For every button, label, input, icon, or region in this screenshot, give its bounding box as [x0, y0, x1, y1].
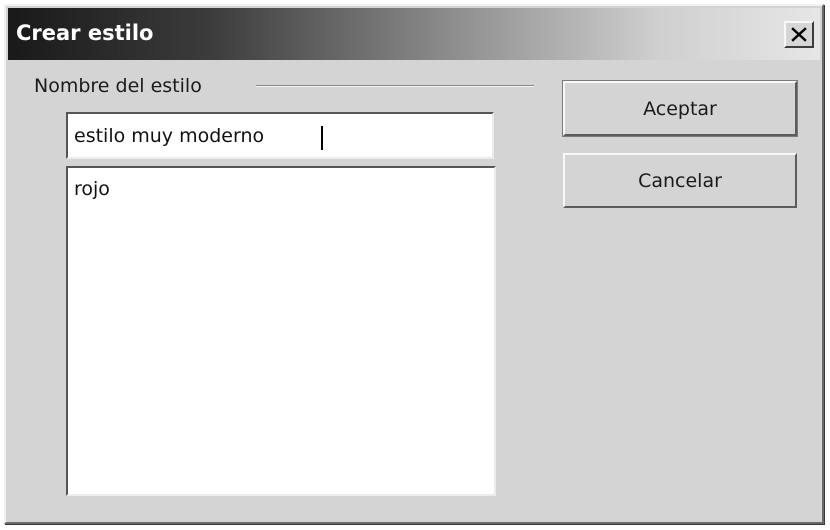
style-name-group-label: Nombre del estilo	[34, 75, 202, 97]
text-caret	[321, 126, 323, 150]
list-item[interactable]: rojo	[74, 177, 110, 201]
accept-button[interactable]: Aceptar	[563, 81, 797, 136]
cancel-button[interactable]: Cancelar	[563, 153, 797, 208]
dialog-title: Crear estilo	[16, 21, 154, 45]
style-name-input[interactable]	[66, 112, 494, 159]
group-divider	[256, 85, 534, 87]
titlebar[interactable]: Crear estilo	[8, 8, 820, 60]
style-list[interactable]: rojo	[66, 166, 496, 496]
close-button[interactable]	[784, 21, 814, 48]
close-icon	[791, 27, 807, 42]
